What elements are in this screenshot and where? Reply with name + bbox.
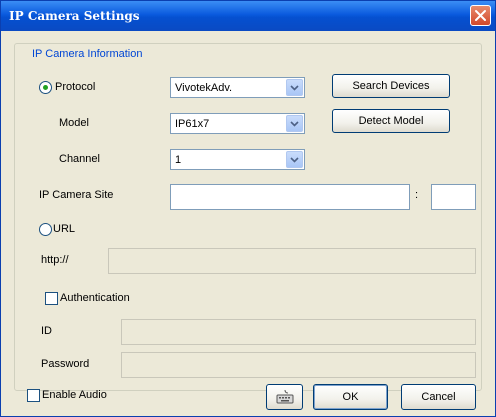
chevron-down-icon (290, 120, 299, 127)
ip-camera-info-group: IP Camera Information Protocol VivotekAd… (14, 43, 482, 391)
window-title: IP Camera Settings (9, 9, 140, 23)
url-radio[interactable] (39, 223, 52, 236)
protocol-label[interactable]: Protocol (55, 81, 95, 93)
enable-audio-label[interactable]: Enable Audio (42, 389, 107, 401)
chevron-down-icon (290, 84, 299, 91)
channel-label: Channel (59, 153, 100, 165)
channel-select[interactable]: 1 (170, 149, 305, 170)
close-button[interactable] (470, 5, 491, 26)
port-input[interactable] (431, 184, 476, 210)
http-prefix-label: http:// (41, 254, 69, 266)
url-label[interactable]: URL (53, 223, 75, 235)
id-input[interactable] (121, 319, 476, 345)
dialog-client-area: IP Camera Information Protocol VivotekAd… (4, 31, 492, 414)
detect-model-button[interactable]: Detect Model (332, 109, 450, 133)
authentication-label[interactable]: Authentication (60, 292, 130, 304)
ip-camera-settings-dialog: IP Camera Settings IP Camera Information… (0, 0, 496, 417)
protocol-radio-dot (43, 85, 48, 90)
protocol-dropdown-button[interactable] (286, 79, 303, 96)
enable-audio-checkbox[interactable] (27, 389, 40, 402)
keyboard-icon (276, 390, 293, 404)
port-separator: : (415, 189, 419, 201)
protocol-select[interactable]: VivotekAdv. (170, 77, 305, 98)
channel-value: 1 (175, 154, 182, 166)
search-devices-button[interactable]: Search Devices (332, 74, 450, 98)
channel-dropdown-button[interactable] (286, 151, 303, 168)
model-value: IP61x7 (175, 118, 210, 130)
authentication-checkbox[interactable] (45, 292, 58, 305)
ip-camera-site-input[interactable] (170, 184, 410, 210)
chevron-down-icon (290, 156, 299, 163)
model-select[interactable]: IP61x7 (170, 113, 305, 134)
model-dropdown-button[interactable] (286, 115, 303, 132)
close-icon (475, 10, 486, 21)
protocol-value: VivotekAdv. (175, 82, 233, 94)
cancel-button[interactable]: Cancel (401, 384, 476, 410)
ok-button[interactable]: OK (313, 384, 388, 410)
group-legend: IP Camera Information (29, 48, 146, 60)
id-label: ID (41, 325, 52, 337)
url-input[interactable] (108, 248, 476, 274)
keyboard-button[interactable] (266, 384, 303, 410)
ip-camera-site-label: IP Camera Site (39, 189, 114, 201)
password-label: Password (41, 358, 90, 370)
model-label: Model (59, 117, 89, 129)
password-input[interactable] (121, 352, 476, 378)
title-bar[interactable]: IP Camera Settings (1, 1, 495, 31)
protocol-radio[interactable] (39, 81, 52, 94)
